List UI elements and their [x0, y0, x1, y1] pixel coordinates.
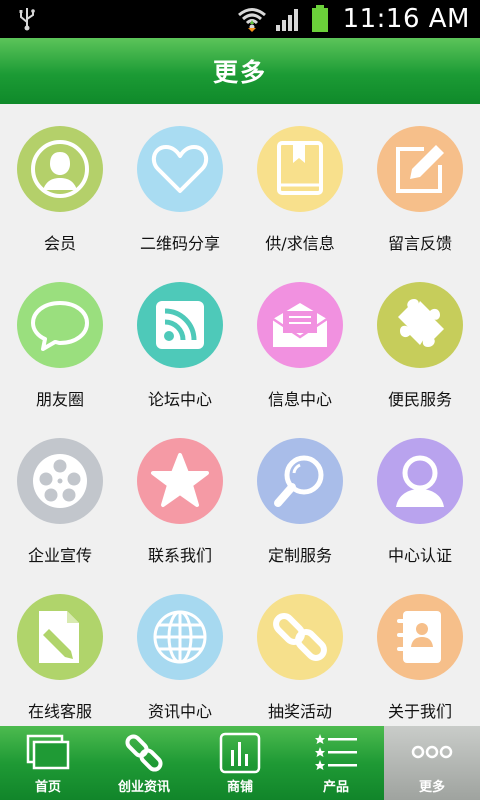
usb-icon [19, 8, 35, 31]
tab-products[interactable]: 产品 [288, 726, 384, 800]
mail-icon [272, 303, 328, 347]
grid-item-feedback[interactable]: 留言反馈 [360, 104, 480, 260]
grid-item-label: 中心认证 [387, 546, 452, 565]
edit-icon [396, 145, 444, 193]
page-title: 更多 [212, 58, 267, 87]
book-icon [277, 141, 323, 195]
link-icon [273, 613, 327, 661]
star-list-icon [315, 734, 357, 770]
puzzle-icon [398, 299, 444, 347]
bottom-nav: 首页 创业资讯 商铺 产品 更多 [0, 726, 480, 800]
grid-item-qr-share[interactable]: 二维码分享 [120, 104, 240, 260]
tab-more[interactable]: 更多 [384, 726, 480, 800]
tab-startup-news[interactable]: 创业资讯 [96, 726, 192, 800]
more-dots-icon [411, 745, 453, 759]
status-bar: 11:16 AM [0, 0, 480, 38]
grid-item-lottery[interactable]: 抽奖活动 [240, 572, 360, 726]
grid-item-supply-demand[interactable]: 供/求信息 [240, 104, 360, 260]
tab-label: 创业资讯 [117, 780, 170, 795]
feature-grid: 会员 二维码分享 供/求信息 留言反馈 朋友圈 论坛中心 信息中心 便民服务 企… [0, 104, 480, 726]
tab-label: 产品 [322, 780, 349, 795]
star-icon [151, 453, 209, 507]
grid-item-promotion[interactable]: 企业宣传 [0, 416, 120, 572]
grid-item-label: 留言反馈 [387, 234, 452, 253]
film-reel-icon [33, 454, 87, 508]
rss-icon [156, 301, 204, 349]
grid-item-label: 抽奖活动 [267, 702, 332, 721]
grid-item-label: 在线客服 [27, 702, 92, 721]
tab-label: 首页 [34, 780, 61, 795]
chain-icon [125, 734, 163, 772]
globe-icon [153, 610, 207, 664]
grid-item-label: 定制服务 [267, 546, 332, 565]
grid-item-about-us[interactable]: 关于我们 [360, 572, 480, 726]
chat-bubble-icon [31, 301, 89, 351]
grid-item-label: 便民服务 [387, 390, 452, 409]
tab-label: 更多 [418, 780, 445, 795]
grid-item-label: 二维码分享 [139, 234, 220, 253]
grid-item-contact[interactable]: 联系我们 [120, 416, 240, 572]
user-icon [31, 140, 89, 198]
grid-item-news-center[interactable]: 资讯中心 [120, 572, 240, 726]
grid-item-label: 会员 [43, 234, 76, 253]
signal-icon [275, 9, 298, 31]
grid-item-friends[interactable]: 朋友圈 [0, 260, 120, 416]
grid-item-info-center[interactable]: 信息中心 [240, 260, 360, 416]
grid-item-label: 资讯中心 [147, 702, 212, 721]
grid-item-certification[interactable]: 中心认证 [360, 416, 480, 572]
title-bar: 更多 [0, 38, 480, 104]
tab-shops[interactable]: 商铺 [192, 726, 288, 800]
battery-icon [311, 5, 328, 32]
grid-item-label: 联系我们 [147, 546, 212, 565]
tab-label: 商铺 [226, 780, 253, 795]
tab-home[interactable]: 首页 [0, 726, 96, 800]
clock: 11:16 AM [342, 4, 470, 34]
grid-item-forum[interactable]: 论坛中心 [120, 260, 240, 416]
contact-book-icon [397, 611, 441, 663]
heart-icon [151, 145, 209, 193]
grid-item-label: 供/求信息 [265, 234, 335, 253]
document-pen-icon [39, 611, 79, 663]
grid-item-online-support[interactable]: 在线客服 [0, 572, 120, 726]
grid-item-label: 朋友圈 [35, 390, 84, 409]
grid-item-label: 论坛中心 [147, 390, 212, 409]
grid-item-member[interactable]: 会员 [0, 104, 120, 260]
grid-item-custom-service[interactable]: 定制服务 [240, 416, 360, 572]
person-icon [396, 455, 444, 507]
grid-item-label: 企业宣传 [27, 546, 92, 565]
wifi-icon [237, 8, 266, 32]
grid-item-convenience[interactable]: 便民服务 [360, 260, 480, 416]
chart-icon [219, 732, 261, 774]
magnifier-icon [274, 455, 324, 507]
windows-icon [26, 734, 70, 770]
grid-item-label: 信息中心 [267, 390, 332, 409]
grid-item-label: 关于我们 [387, 702, 452, 721]
